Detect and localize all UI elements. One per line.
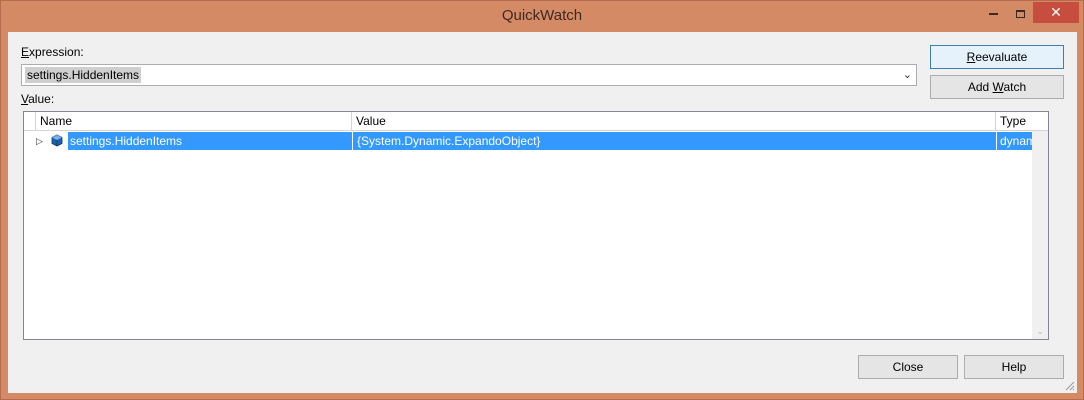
dialog-client-area: Expression: settings.HiddenItems ⌄ Value…: [8, 32, 1077, 393]
maximize-button[interactable]: [1007, 2, 1033, 23]
value-label: Value:: [21, 92, 54, 106]
row-value-cell[interactable]: {System.Dynamic.ExpandoObject}: [352, 132, 996, 150]
object-icon: [51, 134, 63, 147]
close-icon: ✕: [1050, 4, 1062, 20]
add-watch-text: atch: [1003, 80, 1027, 94]
column-header-name[interactable]: Name: [36, 112, 352, 131]
close-button[interactable]: Close: [858, 355, 958, 379]
column-header-type[interactable]: Type: [996, 112, 1048, 131]
row-name-cell[interactable]: settings.HiddenItems: [68, 132, 352, 150]
grid-header-spacer: [24, 112, 36, 131]
maximize-icon: [1015, 9, 1025, 18]
expression-combobox[interactable]: settings.HiddenItems ⌄: [21, 64, 917, 86]
value-label-text: alue:: [28, 92, 55, 106]
add-watch-accel: W: [992, 80, 1004, 94]
expression-input[interactable]: settings.HiddenItems: [25, 67, 142, 83]
expand-triangle-icon[interactable]: ▷: [36, 136, 43, 147]
help-button[interactable]: Help: [964, 355, 1064, 379]
grid-header: Name Value Type: [24, 112, 1048, 131]
title-bar[interactable]: QuickWatch ✕: [1, 1, 1083, 32]
window-title: QuickWatch: [501, 7, 583, 24]
close-window-button[interactable]: ✕: [1033, 2, 1079, 23]
scroll-down-icon[interactable]: ⌄: [1036, 326, 1044, 337]
add-watch-pre: Add: [967, 80, 993, 94]
vertical-scrollbar[interactable]: ⌄: [1032, 131, 1048, 339]
expression-label: Expression:: [21, 45, 84, 59]
quickwatch-window: QuickWatch ✕ Expression: settings.Hidden…: [0, 0, 1084, 400]
reevaluate-accel: R: [966, 50, 976, 64]
expression-label-text: xpression:: [29, 45, 84, 59]
expression-label-accel: E: [21, 45, 30, 59]
resize-grip-icon[interactable]: [1063, 379, 1075, 391]
minimize-icon: [988, 12, 998, 15]
column-header-value[interactable]: Value: [352, 112, 996, 131]
reevaluate-text: eevaluate: [975, 50, 1028, 64]
reevaluate-button[interactable]: Reevaluate: [930, 45, 1064, 69]
watch-grid[interactable]: Name Value Type settings.HiddenItems {Sy…: [23, 111, 1049, 340]
add-watch-button[interactable]: Add Watch: [930, 75, 1064, 99]
chevron-down-icon[interactable]: ⌄: [903, 68, 912, 81]
minimize-button[interactable]: [980, 2, 1006, 23]
row-type-cell[interactable]: dynamic: [996, 132, 1033, 150]
table-row[interactable]: settings.HiddenItems {System.Dynamic.Exp…: [24, 132, 1033, 150]
